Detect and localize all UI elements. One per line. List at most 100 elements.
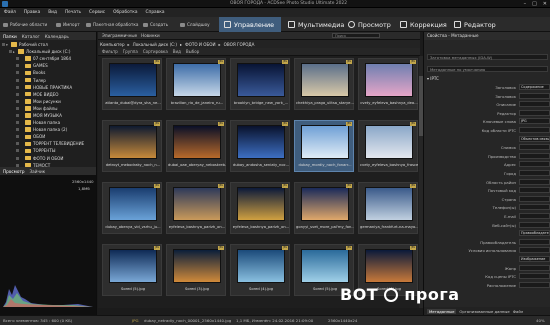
search-input[interactable]: Поиск (332, 33, 380, 38)
maximize-button[interactable]: □ (532, 1, 537, 7)
folder-item[interactable]: ▸ Локальный диск (C:) (0, 48, 96, 55)
slideshow-button[interactable]: Слайдшоу (180, 22, 210, 27)
metadata-value[interactable] (519, 273, 550, 280)
folder-checkbox[interactable] (16, 57, 19, 61)
metadata-value[interactable] (519, 144, 550, 151)
group-button[interactable]: Группа (123, 49, 138, 54)
minimize-button[interactable]: – (524, 1, 527, 7)
metadata-value[interactable]: Содержание (519, 84, 550, 90)
metadata-value[interactable] (519, 204, 550, 211)
folder-checkbox[interactable] (9, 50, 12, 54)
folder-checkbox[interactable] (16, 121, 19, 125)
folder-item[interactable]: НОВЫЕ ПРАКТИКА (0, 84, 96, 91)
folder-checkbox[interactable] (16, 149, 19, 153)
folder-checkbox[interactable] (16, 71, 19, 75)
folder-checkbox[interactable] (16, 106, 19, 110)
menu-process[interactable]: Обработка (113, 10, 137, 15)
metadata-value[interactable] (519, 221, 550, 228)
folder-item[interactable]: Новая папка (0, 119, 96, 126)
expand-arrow-icon[interactable]: ▾ (6, 43, 9, 47)
tab-metadata[interactable]: Метаданные (427, 308, 457, 314)
metadata-value[interactable] (519, 152, 550, 159)
thumbnail-item[interactable]: JPG atlanta_dubai@dyra_sha_ne... (102, 58, 162, 110)
thumbnail-item[interactable]: JPG cvety_eyfeleva_bashnya_frasce... (358, 120, 418, 172)
metadata-value[interactable]: Изображение (519, 256, 550, 262)
thumbnail-item[interactable]: JPG detroyt_mebodraky_noch_n... (102, 120, 162, 172)
thumbnail-item[interactable]: JPG dubay_mordiy_noch_fonarr... (294, 120, 354, 172)
mode-edit[interactable]: Редактор (449, 17, 501, 32)
metadata-view-select[interactable]: Метаданные по умолчанию (427, 66, 548, 72)
folder-item[interactable]: Мои файлы (0, 105, 96, 112)
tab-file[interactable]: Файл (513, 309, 524, 314)
head-new[interactable]: Новинки (141, 33, 159, 38)
thumbnail-item[interactable]: JPG dubay_obenya_vid_vsrhu_ju... (102, 182, 162, 234)
import-button[interactable]: Импорт (56, 22, 80, 27)
select-button[interactable]: Выбор (186, 49, 199, 54)
thumbnail-item[interactable]: JPG cvety_eyfeleva_bashnya_dea... (358, 58, 418, 110)
crumb-computer[interactable]: Компьютер (100, 42, 125, 47)
metadata-value[interactable] (519, 247, 550, 254)
metadata-value[interactable] (519, 264, 550, 271)
metadata-value[interactable]: Объектив связь (519, 135, 550, 142)
metadata-preset-select[interactable]: Заготовка метаданных (IDA-W) (427, 54, 548, 60)
folder-checkbox[interactable] (16, 135, 19, 139)
mode-media[interactable]: Мультимедиа (283, 17, 349, 32)
tab-secondary[interactable]: Зайчик (30, 169, 46, 174)
folder-item[interactable]: Новая папка (2) (0, 126, 96, 133)
filter-button[interactable]: Фильтр (102, 49, 118, 54)
folder-item[interactable]: ТОРРЕНТ ТЕЛЕВИДЕНИЕ (0, 140, 96, 147)
metadata-value[interactable] (519, 92, 550, 99)
metadata-value[interactable] (519, 170, 550, 176)
workspaces-button[interactable]: Рабочие области (3, 22, 47, 27)
folder-checkbox[interactable] (16, 64, 19, 68)
thumbnail-item[interactable]: JPG brazilian_rio_de_janeiro_ru... (166, 58, 226, 110)
tab-catalog[interactable]: Каталог (22, 34, 40, 39)
batch-button[interactable]: Пакетная обработка (86, 22, 138, 27)
metadata-value[interactable] (519, 101, 550, 108)
folder-checkbox[interactable] (16, 156, 19, 160)
metadata-value[interactable] (519, 195, 550, 202)
expand-arrow-icon[interactable]: ▸ (13, 50, 16, 54)
tab-folders[interactable]: Папки (3, 34, 17, 39)
metadata-value[interactable]: Правообладатели (519, 230, 550, 237)
create-button[interactable]: Создать (143, 22, 168, 27)
folder-checkbox[interactable] (16, 85, 19, 89)
mode-develop[interactable]: Коррекция (395, 17, 452, 32)
folder-checkbox[interactable] (16, 113, 19, 117)
thumbnail-item[interactable]: JPG dubai_oae_oberyay_neboskreb... (166, 120, 226, 172)
crumb-photos[interactable]: ФОТО И ОБОИ (185, 42, 215, 47)
thumbnail-item[interactable]: JPG dubay_andosha_seniaty_noc... (230, 120, 290, 172)
metadata-value[interactable] (519, 127, 550, 133)
mode-manage[interactable]: Управление (219, 17, 281, 32)
metadata-value[interactable]: JPG (519, 118, 550, 125)
folder-checkbox[interactable] (16, 128, 19, 132)
mode-view[interactable]: Просмотр (343, 17, 396, 32)
thumbnail-item[interactable]: JPG Sored (3).jpg (166, 244, 226, 296)
metadata-value[interactable] (519, 178, 550, 185)
thumbnail-item[interactable]: JPG germaniya_frankfurt-na-mayo... (358, 182, 418, 234)
tab-preview[interactable]: Просмотр (3, 169, 25, 174)
folder-item[interactable]: МОЕ ВИДЕО (0, 91, 96, 98)
sort-button[interactable]: Сортировка (143, 49, 168, 54)
folder-checkbox[interactable] (16, 142, 19, 146)
metadata-value[interactable] (519, 109, 550, 116)
tab-organize[interactable]: Организованные данные (459, 309, 509, 314)
metadata-value[interactable] (519, 213, 550, 219)
folder-item[interactable]: Мои рисунки (0, 98, 96, 105)
tab-calendar[interactable]: Календарь (45, 34, 69, 39)
folder-checkbox[interactable] (16, 78, 19, 82)
metadata-value[interactable] (519, 238, 550, 245)
iptc-section[interactable]: ▾ IPTC (427, 76, 439, 81)
folder-item[interactable]: 07 сентября 1864 (0, 55, 96, 62)
folder-item[interactable]: Books (0, 69, 96, 76)
thumbnail-item[interactable]: JPG brooklyn_bridge_new_york_... (230, 58, 290, 110)
folder-item[interactable]: Тилер (0, 76, 96, 83)
menu-edit[interactable]: Правка (24, 10, 40, 15)
thumbnail-item[interactable]: JPG eyfeleva_bashnya_parizh_on... (230, 182, 290, 234)
metadata-value[interactable] (519, 161, 550, 168)
crumb-current[interactable]: ОВОЯ ГОРОДА (224, 42, 255, 47)
view-button[interactable]: Вид (173, 49, 181, 54)
folder-item[interactable]: МОЯ МУЗЫКА (0, 112, 96, 119)
menu-help[interactable]: Справка (146, 10, 165, 15)
folder-item[interactable]: ОБОИ (0, 133, 96, 140)
